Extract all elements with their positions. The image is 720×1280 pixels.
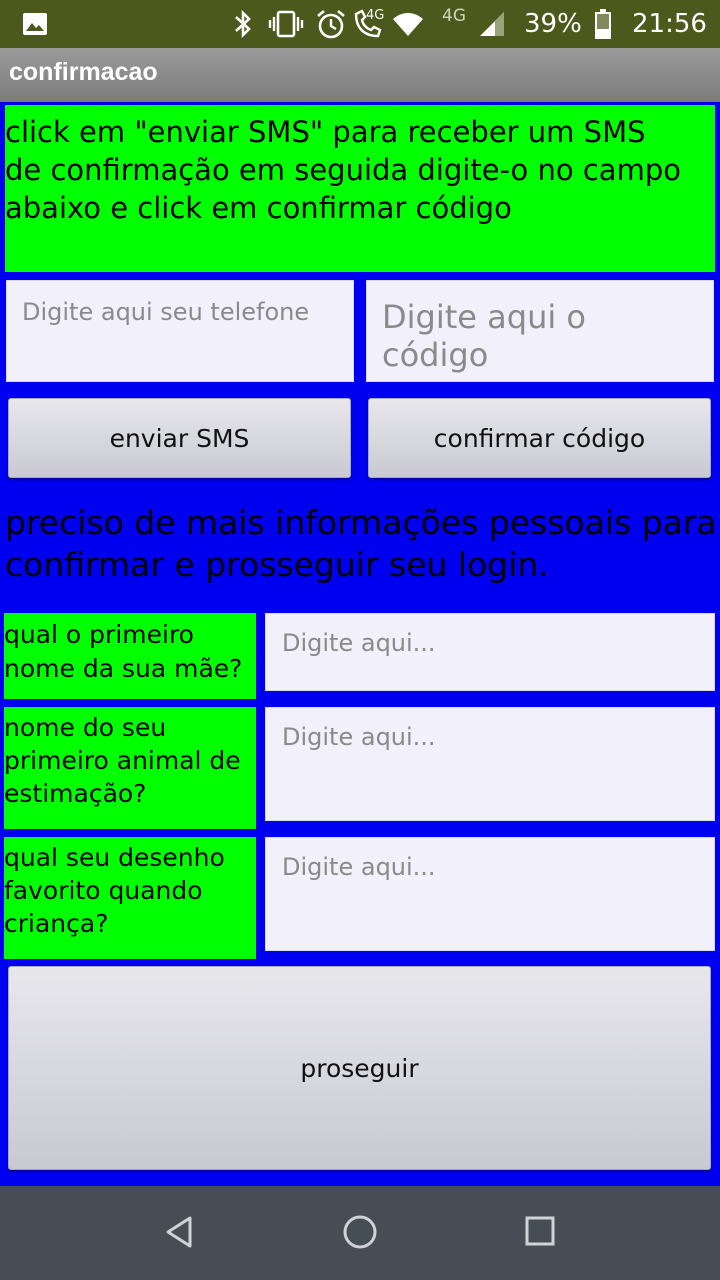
app-bar: confirmacao [0, 48, 720, 102]
instructions-box: click em "enviar SMS" para receber um SM… [5, 105, 715, 272]
clock: 21:56 [632, 9, 707, 39]
code-input-placeholder: Digite aqui o código [382, 298, 586, 374]
vibrate-icon [268, 0, 304, 48]
back-icon[interactable] [162, 1214, 198, 1250]
question-2-line-2: primeiro animal de [4, 746, 241, 775]
bluetooth-icon [232, 0, 254, 48]
signal-icon [478, 0, 506, 48]
status-bar: 4G 4G 39% 21:56 [0, 0, 720, 48]
instructions-line-3: abaixo e click em confirmar código [5, 191, 512, 225]
confirm-code-button[interactable]: confirmar código [368, 398, 711, 478]
instructions-line-1: click em "enviar SMS" para receber um SM… [5, 115, 646, 149]
main-content: click em "enviar SMS" para receber um SM… [0, 102, 720, 1186]
mother-name-input[interactable]: Digite aqui... [265, 613, 715, 691]
info-message: preciso de mais informações pessoais par… [5, 502, 717, 586]
instructions-line-2: de confirmação em seguida digite-o no ca… [5, 153, 681, 187]
phone-input[interactable]: Digite aqui seu telefone [6, 280, 354, 382]
volte-call-icon: 4G [352, 0, 386, 48]
recents-icon[interactable] [524, 1215, 556, 1247]
image-icon [22, 0, 48, 48]
info-message-line-1: preciso de mais informações pessoais par… [5, 503, 717, 542]
favorite-cartoon-input[interactable]: Digite aqui... [265, 837, 715, 951]
home-icon[interactable] [341, 1213, 379, 1251]
code-input[interactable]: Digite aqui o código [366, 280, 714, 382]
network-type-label: 4G [442, 6, 466, 26]
battery-percent: 39% [524, 9, 582, 39]
question-1-line-1: qual o primeiro [4, 620, 194, 649]
question-2-line-3: estimação? [4, 779, 147, 808]
alarm-icon [315, 0, 347, 48]
question-3-line-1: qual seu desenho [4, 843, 225, 872]
question-label-first-pet: nome do seu primeiro animal de estimação… [4, 707, 256, 829]
page-title: confirmacao [9, 58, 158, 86]
call-network-label: 4G [366, 8, 385, 23]
favorite-cartoon-placeholder: Digite aqui... [282, 853, 436, 881]
question-label-favorite-cartoon: qual seu desenho favorito quando criança… [4, 837, 256, 959]
proceed-button[interactable]: proseguir [8, 966, 711, 1170]
wifi-icon [392, 0, 424, 48]
battery-icon [594, 0, 612, 48]
navigation-bar [0, 1186, 720, 1280]
phone-input-placeholder: Digite aqui seu telefone [22, 298, 310, 326]
mother-name-placeholder: Digite aqui... [282, 629, 436, 657]
question-label-mother-name: qual o primeiro nome da sua mãe? [4, 613, 256, 699]
question-2-line-1: nome do seu [4, 713, 167, 742]
info-message-line-2: confirmar e prosseguir seu login. [5, 545, 549, 584]
send-sms-button[interactable]: enviar SMS [8, 398, 351, 478]
question-3-line-3: criança? [4, 909, 109, 938]
question-3-line-2: favorito quando [4, 876, 203, 905]
first-pet-placeholder: Digite aqui... [282, 723, 436, 751]
question-1-line-2: nome da sua mãe? [4, 654, 243, 683]
first-pet-input[interactable]: Digite aqui... [265, 707, 715, 821]
